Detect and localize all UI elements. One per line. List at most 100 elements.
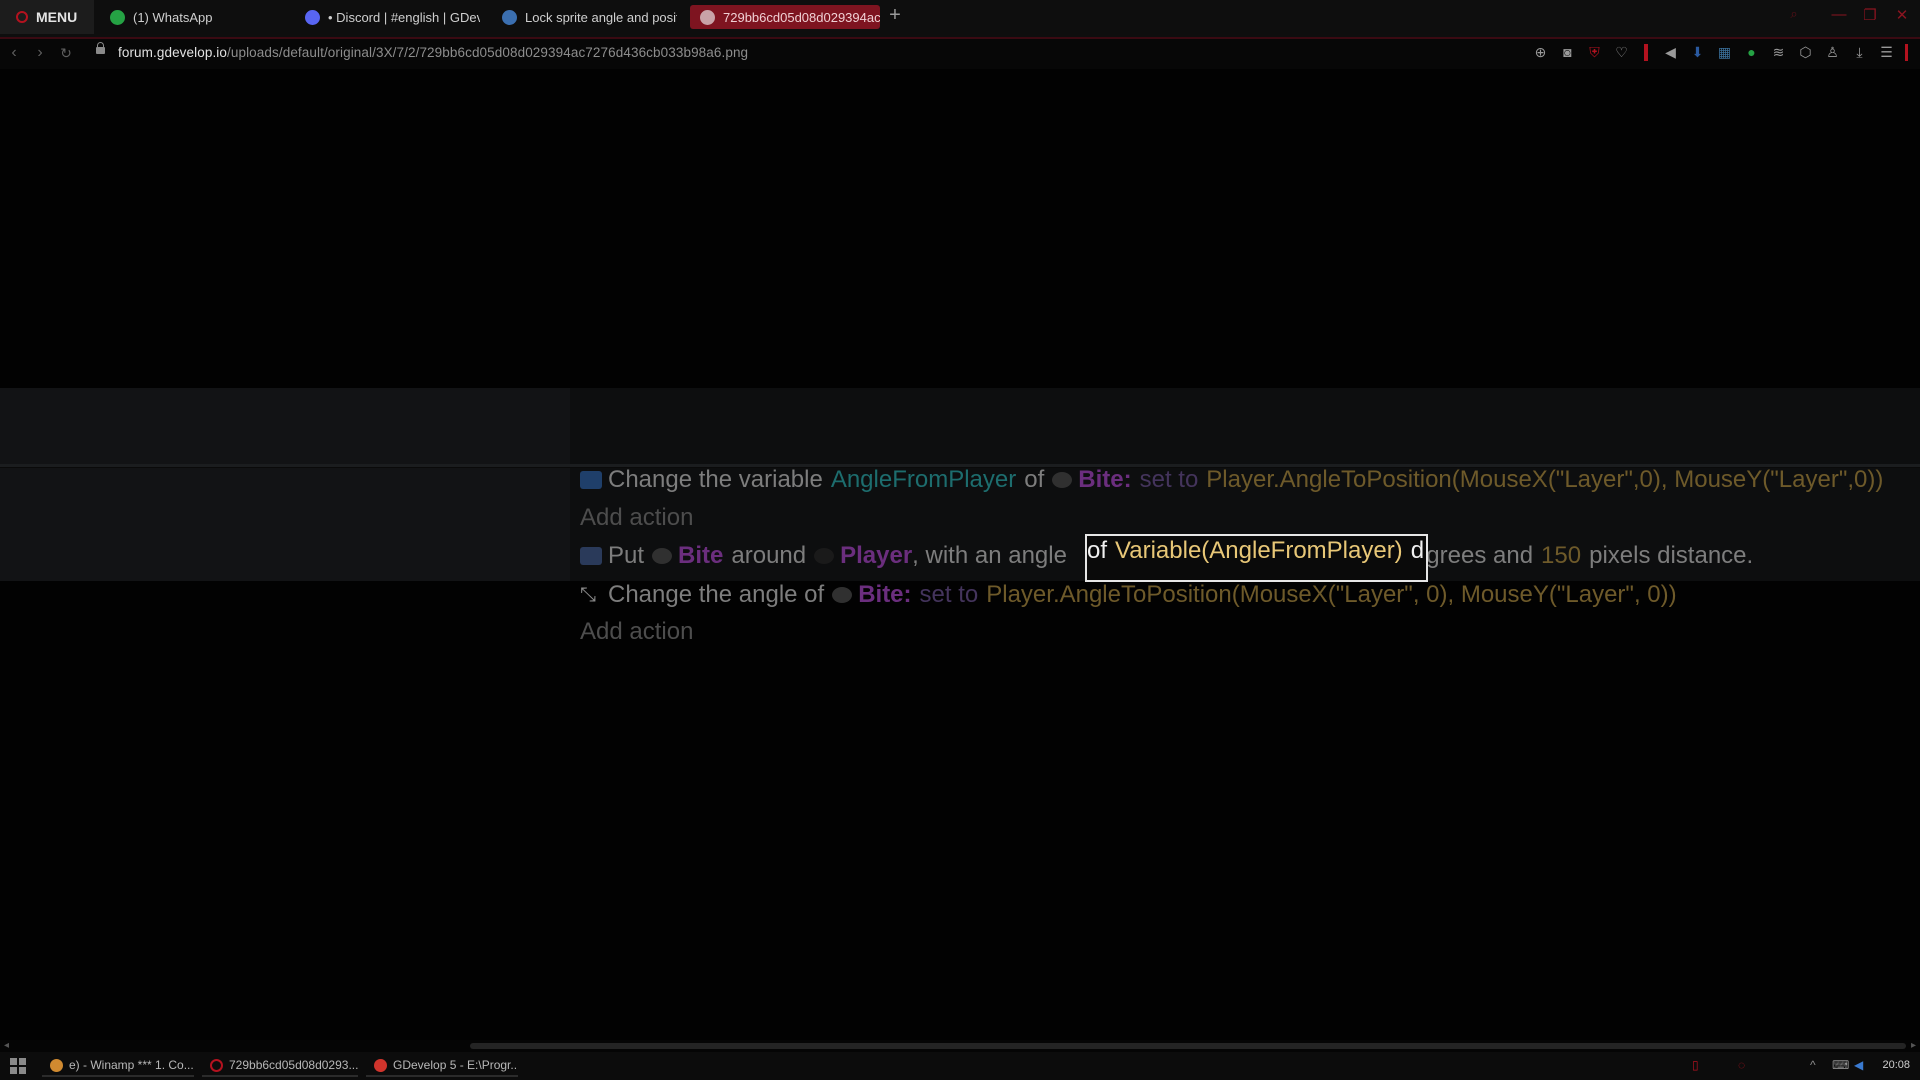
expression-value: Player.AngleToPosition(MouseX("Layer",0)… <box>1206 466 1884 493</box>
url-host: forum.gdevelop.io <box>118 45 228 60</box>
forward-icon[interactable]: › <box>30 44 50 62</box>
action-text: egrees and <box>1412 542 1534 569</box>
taskbar-item-label: GDevelop 5 - E:\Progr... <box>393 1058 518 1072</box>
scroll-left-icon[interactable]: ◂ <box>4 1040 9 1051</box>
winamp-icon <box>50 1058 63 1072</box>
easy-setup-icon[interactable]: ☰ <box>1878 44 1895 61</box>
tab-image-active[interactable]: 729bb6cd05d08d029394ac7276d436cb033b98a6… <box>690 5 880 29</box>
adblock-shield-icon[interactable]: ⛨ <box>1586 44 1603 61</box>
action-text: pixels distance. <box>1589 542 1754 569</box>
toolbar-icons: ⊕ ◙ ⛨ ♡ ◀ ⬇ ▦ ● ≋ ⬡ ♙ ⤓ ☰ <box>1532 44 1908 61</box>
scrollbar-thumb[interactable] <box>470 1043 1906 1049</box>
sidebar-edge <box>1905 44 1908 61</box>
player-object-icon <box>814 548 835 564</box>
action-change-angle: ⤡ Change the angle of Bite : set to Play… <box>580 581 1677 609</box>
action-text: around <box>731 542 807 569</box>
conditions-column <box>0 388 570 464</box>
taskbar-item-label: e) - Winamp *** 1. Co... <box>69 1058 194 1072</box>
action-text: Change the angle of <box>608 581 825 608</box>
actions-column <box>570 388 1920 464</box>
tab-label: • Discord | #english | GDevelop <box>328 9 480 25</box>
gdevelop-icon <box>374 1058 387 1072</box>
action-text: : <box>1123 466 1132 493</box>
search-tabs-icon[interactable]: ⌕ <box>1784 6 1804 22</box>
bite-object-icon <box>652 548 673 564</box>
system-clock: 20:08 <box>1882 1059 1910 1071</box>
whatsapp-icon <box>110 9 125 25</box>
windows-taskbar: e) - Winamp *** 1. Co... 729bb6cd05d08d0… <box>0 1052 1920 1080</box>
action-change-variable: Change the variable AngleFromPlayer of B… <box>580 466 1883 494</box>
minimize-icon[interactable]: — <box>1829 6 1849 23</box>
add-action-button[interactable]: Add action <box>580 504 693 532</box>
opera-icon <box>210 1058 223 1072</box>
windows-start-icon[interactable] <box>10 1058 26 1074</box>
action-text: Change the variable <box>608 466 823 493</box>
operator-text: set to <box>919 581 979 608</box>
lock-icon <box>96 42 105 54</box>
highlight-of: of <box>1087 537 1108 564</box>
tab-gdevelop-forum[interactable]: Lock sprite angle and position <box>492 5 677 29</box>
tray-app-icon[interactable]: ▯ <box>1692 1058 1699 1072</box>
put-around-icon <box>580 547 602 565</box>
snapshot-icon[interactable]: ◙ <box>1559 44 1576 61</box>
globe-icon <box>700 9 715 25</box>
action-text: : <box>903 581 912 608</box>
horizontal-scrollbar[interactable]: ◂ ▸ <box>0 1040 1920 1052</box>
speaker-icon[interactable]: ◀ <box>1662 44 1679 61</box>
extension-grid-icon[interactable]: ▦ <box>1716 44 1733 61</box>
back-icon[interactable]: ‹ <box>4 44 24 62</box>
variable-name: AngleFromPlayer <box>830 466 1017 493</box>
add-action-button[interactable]: Add action <box>580 618 693 646</box>
distance-value: 150 <box>1541 542 1582 569</box>
opera-logo-icon <box>16 11 28 23</box>
highlight-variable-expression: Variable(AngleFromPlayer) <box>1115 537 1403 564</box>
whatsapp-extension-icon[interactable]: ● <box>1743 44 1760 61</box>
downloads-icon[interactable]: ⤓ <box>1851 44 1868 61</box>
taskbar-item-gdevelop[interactable]: GDevelop 5 - E:\Progr... <box>366 1055 518 1077</box>
gamepad-icon[interactable]: ⌨ <box>1832 1058 1849 1072</box>
scroll-right-icon[interactable]: ▸ <box>1911 1040 1916 1051</box>
object-name: Bite <box>678 542 724 569</box>
address-bar: ‹ › ↻ forum.gdevelop.io/uploads/default/… <box>0 39 1920 69</box>
action-text: of <box>1024 466 1045 493</box>
zoom-icon[interactable]: ⊕ <box>1532 44 1549 61</box>
tray-opera-icon[interactable]: ◌ <box>1738 1058 1745 1072</box>
tray-overflow-icon[interactable]: ^ <box>1810 1058 1816 1072</box>
conditions-column <box>0 468 570 581</box>
tab-label: 729bb6cd05d08d029394ac7276d436cb033b98a6… <box>723 9 880 25</box>
volume-icon[interactable]: ◀ <box>1854 1058 1863 1072</box>
close-icon[interactable]: ✕ <box>1892 6 1912 24</box>
highlight-d: d <box>1410 537 1425 564</box>
heart-icon[interactable]: ♡ <box>1613 44 1630 61</box>
action-text: Put <box>608 542 645 569</box>
rss-icon[interactable]: ≋ <box>1770 44 1787 61</box>
tab-label: Lock sprite angle and position <box>525 9 677 25</box>
highlighted-text: of Variable(AngleFromPlayer) d <box>1085 537 1424 565</box>
variable-icon <box>580 471 602 489</box>
operator-text: set to <box>1139 466 1199 493</box>
account-icon[interactable]: ♙ <box>1824 44 1841 61</box>
menu-label: MENU <box>36 9 78 25</box>
gdevelop-icon <box>502 9 517 25</box>
object-name: Bite <box>858 581 904 608</box>
cube-icon[interactable]: ⬡ <box>1797 44 1814 61</box>
taskbar-item-winamp[interactable]: e) - Winamp *** 1. Co... <box>42 1055 194 1077</box>
object-name: Player <box>840 542 913 569</box>
object-name: Bite <box>1078 466 1124 493</box>
new-tab-button[interactable]: + <box>885 4 905 27</box>
discord-icon <box>305 9 320 25</box>
reload-icon[interactable]: ↻ <box>56 45 76 62</box>
tab-whatsapp[interactable]: (1) WhatsApp <box>100 5 290 29</box>
restore-icon[interactable]: ❐ <box>1860 6 1880 24</box>
expression-value: Player.AngleToPosition(MouseX("Layer", 0… <box>986 581 1677 608</box>
download-arrow-icon[interactable]: ⬇ <box>1689 44 1706 61</box>
url-path: /uploads/default/original/3X/7/2/729bb6c… <box>227 45 749 60</box>
opera-menu-button[interactable]: MENU <box>0 0 94 34</box>
taskbar-item-opera[interactable]: 729bb6cd05d08d0293... <box>202 1055 358 1077</box>
tab-label: (1) WhatsApp <box>133 9 213 25</box>
tab-strip: MENU (1) WhatsApp • Discord | #english |… <box>0 0 1920 39</box>
url-field[interactable]: forum.gdevelop.io/uploads/default/origin… <box>118 45 748 60</box>
bite-object-icon <box>1052 472 1073 488</box>
divider <box>1644 44 1648 61</box>
tab-discord[interactable]: • Discord | #english | GDevelop <box>295 5 480 29</box>
